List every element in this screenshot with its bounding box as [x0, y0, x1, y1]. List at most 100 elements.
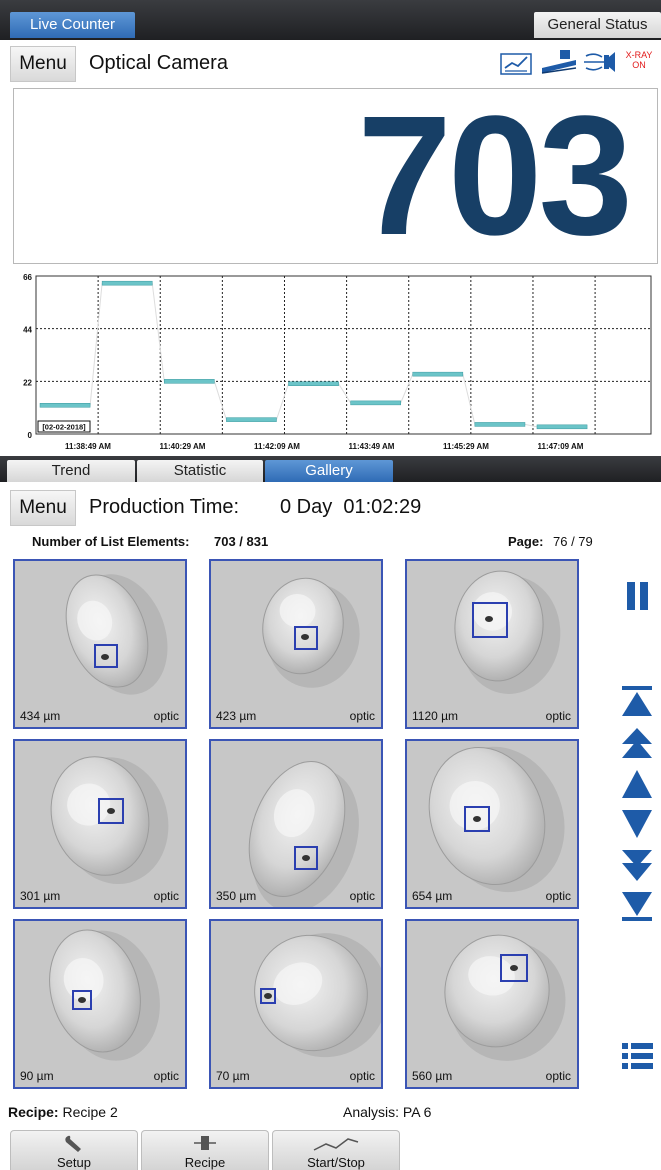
xray-text-line2: ON [632, 60, 646, 70]
y-tick-label: 22 [23, 378, 32, 387]
start-stop-button[interactable]: Start/Stop [272, 1130, 400, 1170]
data-segment [288, 381, 339, 386]
defect-spot [107, 808, 115, 814]
page-up-icon[interactable] [622, 770, 652, 798]
air-valve-icon[interactable] [584, 52, 615, 72]
y-tick-label: 0 [28, 431, 33, 440]
data-segment [412, 371, 464, 377]
gallery-tile[interactable]: 423 µm optic [209, 559, 383, 729]
pellet-image [407, 741, 577, 907]
detection-type: optic [153, 709, 179, 723]
recipe-value: Recipe 2 [62, 1104, 118, 1120]
gallery-tile[interactable]: 70 µm optic [209, 919, 383, 1089]
tab-statistic[interactable]: Statistic [137, 460, 263, 482]
detection-type: optic [349, 1069, 375, 1083]
production-time-value: 0 Day 01:02:29 [280, 496, 422, 518]
gallery-tile[interactable]: 1120 µm optic [405, 559, 579, 729]
gallery-menu-button[interactable]: Menu [10, 490, 76, 526]
detection-type: optic [153, 1069, 179, 1083]
pellet-image [211, 921, 381, 1087]
x-tick-label: 11:47:09 AM [538, 442, 584, 451]
x-tick-label: 11:45:29 AM [443, 442, 489, 451]
recipe-icon [194, 1136, 216, 1150]
x-tick-label: 11:43:49 AM [349, 442, 395, 451]
gallery-tile[interactable]: 434 µm optic [13, 559, 187, 729]
page-down-icon[interactable] [622, 810, 652, 838]
pellet-image [407, 921, 577, 1087]
pellet-image [407, 561, 577, 727]
page-value: 76 / 79 [553, 534, 593, 549]
detection-type: optic [349, 889, 375, 903]
chart-plot-area [35, 275, 652, 435]
pellet-image [15, 561, 185, 727]
detection-type: optic [153, 889, 179, 903]
particle-size: 301 µm [20, 889, 61, 903]
gallery-tile[interactable]: 90 µm optic [13, 919, 187, 1089]
particle-size: 654 µm [412, 889, 453, 903]
tab-general-status[interactable]: General Status [534, 12, 661, 38]
defect-spot [473, 816, 481, 822]
start-stop-button-label: Start/Stop [307, 1155, 365, 1170]
tab-gallery[interactable]: Gallery [265, 460, 393, 482]
setup-button[interactable]: Setup [10, 1130, 138, 1170]
detection-type: optic [545, 709, 571, 723]
xray-status-icon: X-RAY ON [626, 50, 653, 70]
first-page-icon[interactable] [622, 686, 652, 716]
list-elements-value: 703 / 831 [214, 534, 269, 549]
gallery-tile[interactable]: 560 µm optic [405, 919, 579, 1089]
x-tick-label: 11:42:09 AM [254, 442, 300, 451]
particle-size: 434 µm [20, 709, 61, 723]
trend-chart: 66 44 22 0 [02-02-2018] 11:38:49 AM 11:40:29 A… [0, 268, 661, 454]
particle-size: 1120 µm [412, 709, 459, 723]
data-segment [39, 403, 91, 408]
x-tick-label: 11:40:29 AM [160, 442, 206, 451]
data-segment [226, 417, 277, 422]
page-down-fast-icon[interactable] [622, 850, 652, 881]
chart-report-icon[interactable] [500, 53, 532, 75]
last-page-icon[interactable] [622, 892, 652, 921]
data-segment [474, 422, 526, 427]
side-controls [620, 580, 660, 1085]
gallery-tile[interactable]: 301 µm optic [13, 739, 187, 909]
x-tick-label: 11:38:49 AM [65, 442, 111, 451]
analysis-value: PA 6 [402, 1104, 432, 1120]
analysis-label: Analysis: [343, 1104, 400, 1120]
counter-value: 703 [357, 81, 633, 271]
defect-spot [264, 993, 272, 999]
status-icons: X-RAY ON [498, 46, 658, 76]
data-segment [536, 424, 588, 430]
menu-button[interactable]: Menu [10, 46, 76, 82]
detection-type: optic [545, 1069, 571, 1083]
particle-size: 350 µm [216, 889, 257, 903]
gallery-tile[interactable]: 654 µm optic [405, 739, 579, 909]
date-label: [02-02-2018] [42, 423, 86, 432]
y-tick-label: 44 [23, 326, 32, 335]
pellet-image [211, 561, 381, 727]
recipe-button[interactable]: Recipe [141, 1130, 269, 1170]
particle-size: 90 µm [20, 1069, 54, 1083]
detection-type: optic [349, 709, 375, 723]
pellet-image [15, 741, 185, 907]
recipe-label: Recipe: [8, 1104, 59, 1120]
pellet-image [211, 741, 381, 907]
recipe-button-label: Recipe [184, 1155, 226, 1170]
defect-spot [510, 965, 518, 971]
defect-spot [302, 855, 310, 861]
particle-size: 423 µm [216, 709, 257, 723]
page-up-fast-icon[interactable] [622, 728, 652, 758]
conveyor-icon[interactable] [541, 50, 577, 74]
data-segment [350, 400, 401, 406]
tab-trend[interactable]: Trend [7, 460, 135, 482]
y-tick-label: 66 [23, 273, 32, 282]
top-tab-bar: Live Counter General Status [0, 0, 661, 40]
tab-live-counter[interactable]: Live Counter [10, 12, 135, 38]
gallery-tile[interactable]: 350 µm optic [209, 739, 383, 909]
pause-icon[interactable] [627, 582, 648, 610]
particle-size: 560 µm [412, 1069, 453, 1083]
list-view-icon[interactable] [622, 1043, 653, 1069]
analysis-info: Analysis: PA 6 [343, 1104, 431, 1120]
defect-spot [301, 634, 309, 640]
page-title: Optical Camera [89, 52, 228, 74]
pellet-image [15, 921, 185, 1087]
start-stop-icon [313, 1138, 359, 1151]
